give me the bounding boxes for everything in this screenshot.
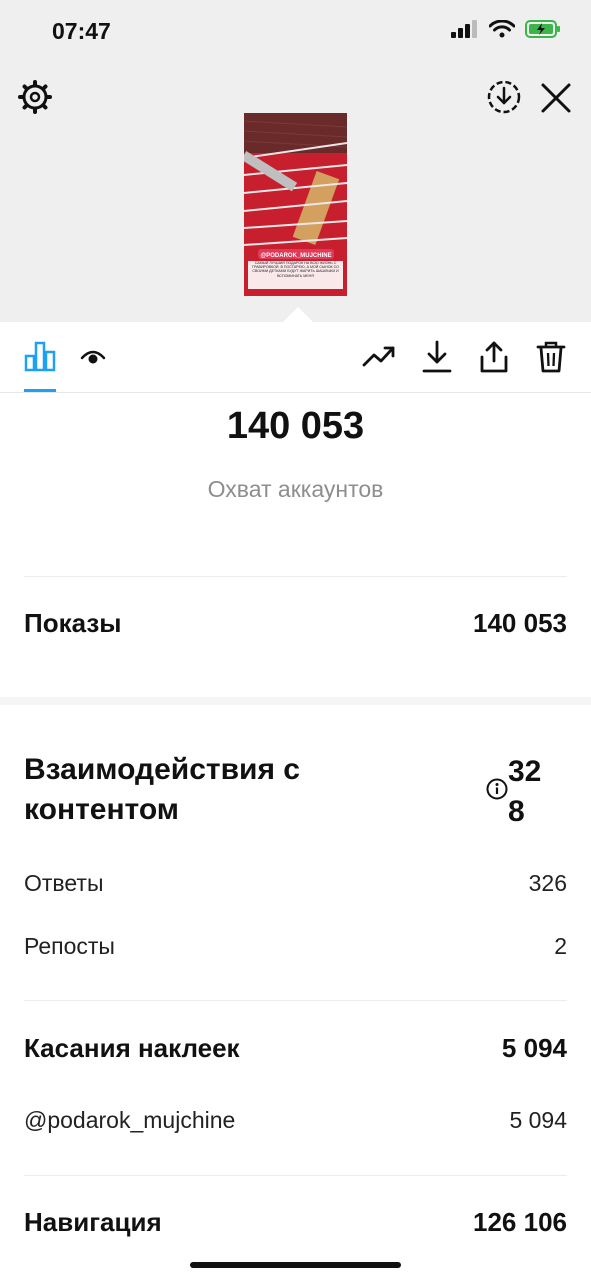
navigation-label: Навигация <box>24 1207 162 1237</box>
story-sticker-tag: @PODAROK_MUJCHINE <box>260 253 331 259</box>
battery-charging-icon <box>525 20 561 43</box>
replies-value: 326 <box>528 870 567 896</box>
story-thumbnail[interactable]: @PODAROK_MUJCHINE САМЫЙ ЛУЧШИЙ ПОДАРОК Н… <box>244 113 347 296</box>
impressions-label: Показы <box>24 608 122 638</box>
reposts-label: Репосты <box>24 933 115 959</box>
status-icons <box>451 19 561 43</box>
interactions-label: Взаимодействия с контентом <box>24 753 300 826</box>
active-tab-indicator <box>24 389 56 392</box>
navigation-row: Навигация 126 106 <box>24 1207 567 1238</box>
story-header-area: 07:47 @PODAROK_MUJCHINE САМЫЙ ЛУЧШИЙ ПОД… <box>0 0 591 322</box>
download-icon[interactable] <box>486 79 522 115</box>
insights-bar-chart-icon[interactable] <box>24 340 56 372</box>
home-indicator[interactable] <box>190 1262 401 1268</box>
replies-row: Ответы 326 <box>24 870 567 897</box>
divider <box>24 576 567 577</box>
sticker-mention-label: @podarok_mujchine <box>24 1107 236 1133</box>
status-time: 07:47 <box>52 18 111 44</box>
close-icon[interactable] <box>540 82 572 114</box>
save-download-icon[interactable] <box>421 340 453 374</box>
sticker-mention-value: 5 094 <box>509 1107 567 1133</box>
share-icon[interactable] <box>478 340 510 374</box>
promote-trend-icon[interactable] <box>362 344 396 368</box>
reach-value: 140 053 <box>226 405 365 447</box>
impressions-value: 140 053 <box>473 608 567 638</box>
thumbnail-pointer <box>283 307 313 322</box>
sticker-taps-label: Касания наклеек <box>24 1033 240 1063</box>
settings-gear-icon[interactable] <box>18 80 52 114</box>
reposts-row: Репосты 2 <box>24 933 567 960</box>
delete-trash-icon[interactable] <box>536 340 566 374</box>
impressions-row: Показы 140 053 <box>24 608 567 639</box>
sticker-mention-row: @podarok_mujchine 5 094 <box>24 1107 567 1134</box>
sticker-taps-row: Касания наклеек 5 094 <box>24 1033 567 1064</box>
section-separator <box>0 697 591 705</box>
reach-label: Охват аккаунтов <box>207 476 384 502</box>
story-toolbar <box>0 322 591 393</box>
interactions-value: 328 <box>508 755 542 828</box>
divider <box>24 1175 567 1176</box>
story-caption: САМЫЙ ЛУЧШИЙ ПОДАРОК НА ВСЮ ЖИЗНЬ С ГРАВ… <box>252 261 339 278</box>
signal-icon <box>451 20 479 43</box>
navigation-value: 126 106 <box>473 1207 567 1237</box>
reposts-value: 2 <box>554 933 567 959</box>
replies-label: Ответы <box>24 870 104 896</box>
divider <box>24 1000 567 1001</box>
info-icon[interactable] <box>486 778 508 805</box>
sticker-taps-value: 5 094 <box>501 1033 567 1063</box>
wifi-icon <box>488 19 516 43</box>
viewers-eye-icon[interactable] <box>80 348 106 366</box>
